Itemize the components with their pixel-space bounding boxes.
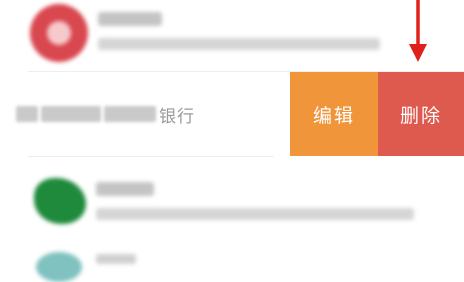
bank-suffix: 银行: [159, 106, 195, 127]
bank-name-placeholder: [96, 182, 154, 196]
bank-logo-icon: [36, 252, 82, 282]
bank-name-placeholder: [98, 12, 162, 26]
bank-card-item[interactable]: [0, 0, 464, 72]
delete-button[interactable]: 删除: [378, 72, 464, 156]
delete-label: 删除: [399, 104, 442, 127]
card-number-placeholder: [98, 38, 380, 50]
edit-button[interactable]: 编辑: [290, 72, 378, 156]
divider: [28, 156, 274, 157]
card-account-label: 银行: [16, 72, 195, 156]
bank-logo-icon: [34, 178, 86, 224]
bank-card-item[interactable]: [0, 238, 464, 282]
bank-card-item[interactable]: [0, 160, 464, 232]
card-number-placeholder: [96, 208, 414, 220]
edit-label: 编辑: [312, 104, 355, 127]
bank-name-placeholder: [96, 254, 136, 264]
bank-logo-icon-inner: [47, 21, 71, 45]
swiped-bank-card-item[interactable]: 银行 编辑 删除: [0, 72, 464, 156]
down-arrow-icon: [409, 0, 427, 62]
